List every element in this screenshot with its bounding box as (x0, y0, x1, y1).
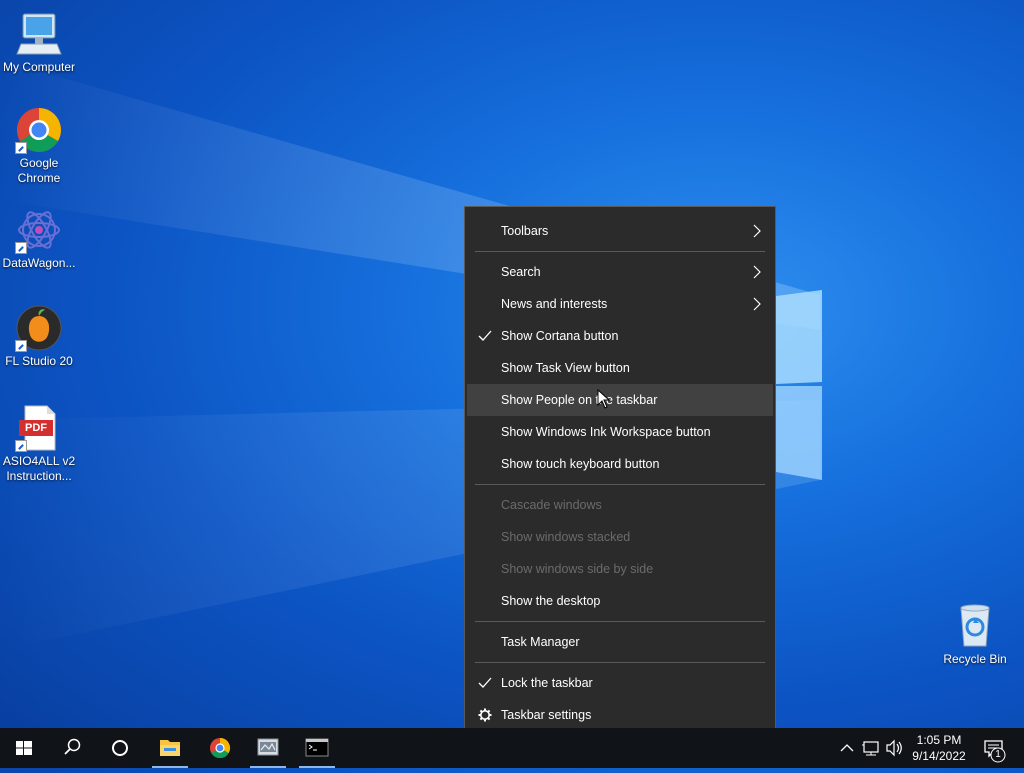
menu-separator (475, 484, 765, 485)
menu-item-label: Show windows side by side (501, 562, 654, 576)
menu-item-label: Show People on the taskbar (501, 393, 658, 407)
chrome-taskbar-button[interactable] (196, 728, 244, 768)
network-icon[interactable] (860, 728, 882, 768)
windows-logo-icon (16, 741, 32, 755)
computer-icon (15, 10, 63, 58)
desktop-icon-label: DataWagon... (2, 256, 76, 270)
notification-count-badge: 1 (995, 749, 1001, 760)
menu-item-label: Lock the taskbar (501, 676, 593, 690)
mouse-cursor-icon (597, 389, 611, 409)
menu-item-label: Cascade windows (501, 498, 602, 512)
desktop-icon-my-computer[interactable]: My Computer (0, 10, 78, 75)
menu-separator (475, 662, 765, 663)
menu-item-task-manager[interactable]: Task Manager (467, 626, 773, 658)
app-window-icon (257, 738, 279, 756)
menu-item-label: Show Windows Ink Workspace button (501, 425, 711, 439)
cortana-circle-icon (112, 740, 128, 756)
menu-item-cascade-windows: Cascade windows (467, 489, 773, 521)
menu-item-label: Show Cortana button (501, 329, 619, 343)
chrome-icon (15, 106, 63, 154)
menu-item-search[interactable]: Search (467, 256, 773, 288)
menu-item-label: Show Task View button (501, 361, 630, 375)
menu-item-label: Taskbar settings (501, 708, 592, 722)
menu-item-show-cortana-button[interactable]: Show Cortana button (467, 320, 773, 352)
desktop-icon-asio4all-pdf[interactable]: PDF ASIO4ALL v2 Instruction... (0, 404, 78, 484)
datawagon-icon (15, 206, 63, 254)
menu-item-label: Show the desktop (501, 594, 601, 608)
menu-item-label: Task Manager (501, 635, 580, 649)
checkmark-icon (478, 677, 492, 688)
show-hidden-icons-chevron-up-icon[interactable] (838, 728, 856, 768)
menu-item-lock-the-taskbar[interactable]: Lock the taskbar (467, 667, 773, 699)
shortcut-arrow-icon (15, 340, 27, 352)
shortcut-arrow-icon (15, 142, 27, 154)
menu-item-show-windows-side-by-side: Show windows side by side (467, 553, 773, 585)
app-taskbar-button[interactable] (244, 728, 292, 768)
menu-item-label: News and interests (501, 297, 608, 311)
pdf-file-icon: PDF (15, 404, 63, 452)
menu-item-taskbar-settings[interactable]: Taskbar settings (467, 699, 773, 731)
menu-item-label: Show windows stacked (501, 530, 631, 544)
search-icon (64, 738, 81, 755)
search-button[interactable] (48, 728, 96, 768)
gear-icon (478, 708, 492, 722)
menu-separator (475, 621, 765, 622)
taskbar-clock[interactable]: 1:05 PM 9/14/2022 (900, 732, 978, 764)
file-explorer-button[interactable] (146, 728, 194, 768)
checkmark-icon (478, 330, 492, 341)
menu-item-label: Toolbars (501, 224, 549, 238)
desktop-icon-label: Google Chrome (17, 156, 61, 185)
desktop-icon-datawagon[interactable]: DataWagon... (0, 206, 78, 271)
recycle-bin-icon (951, 602, 999, 650)
command-prompt-button[interactable] (293, 728, 341, 768)
desktop-icon-label: My Computer (2, 60, 76, 74)
chrome-icon (210, 737, 231, 759)
desktop-icon-label: FL Studio 20 (5, 354, 73, 368)
desktop-icon-google-chrome[interactable]: Google Chrome (0, 106, 78, 186)
menu-item-show-windows-ink[interactable]: Show Windows Ink Workspace button (467, 416, 773, 448)
folder-icon (160, 740, 180, 756)
cortana-button[interactable] (96, 728, 144, 768)
menu-item-show-touch-keyboard[interactable]: Show touch keyboard button (467, 448, 773, 480)
chevron-right-icon (753, 297, 761, 311)
menu-item-show-windows-stacked: Show windows stacked (467, 521, 773, 553)
shortcut-arrow-icon (15, 242, 27, 254)
desktop-icon-label: ASIO4ALL v2 Instruction... (2, 454, 76, 483)
clock-time: 1:05 PM (916, 733, 962, 747)
menu-item-toolbars[interactable]: Toolbars (467, 215, 773, 247)
menu-item-show-task-view-button[interactable]: Show Task View button (467, 352, 773, 384)
taskbar-context-menu: Toolbars Search News and interests Show … (464, 206, 776, 739)
chevron-right-icon (753, 224, 761, 238)
menu-item-show-the-desktop[interactable]: Show the desktop (467, 585, 773, 617)
taskbar[interactable]: 1:05 PM 9/14/2022 1 (0, 728, 1024, 768)
chevron-right-icon (753, 265, 761, 279)
menu-item-news-and-interests[interactable]: News and interests (467, 288, 773, 320)
action-center-button[interactable]: 1 (980, 728, 1024, 768)
start-button[interactable] (0, 728, 48, 768)
desktop-icon-fl-studio[interactable]: FL Studio 20 (0, 304, 78, 369)
desktop-icon-label: Recycle Bin (943, 652, 1007, 666)
menu-separator (475, 251, 765, 252)
menu-item-label: Search (501, 265, 541, 279)
terminal-icon (305, 738, 329, 757)
desktop-icon-recycle-bin[interactable]: Recycle Bin (936, 602, 1014, 667)
fl-studio-icon (15, 304, 63, 352)
shortcut-arrow-icon (15, 440, 27, 452)
pdf-badge: PDF (25, 422, 47, 434)
clock-date: 9/14/2022 (912, 749, 966, 763)
menu-item-show-people[interactable]: Show People on the taskbar (467, 384, 773, 416)
menu-item-label: Show touch keyboard button (501, 457, 660, 471)
